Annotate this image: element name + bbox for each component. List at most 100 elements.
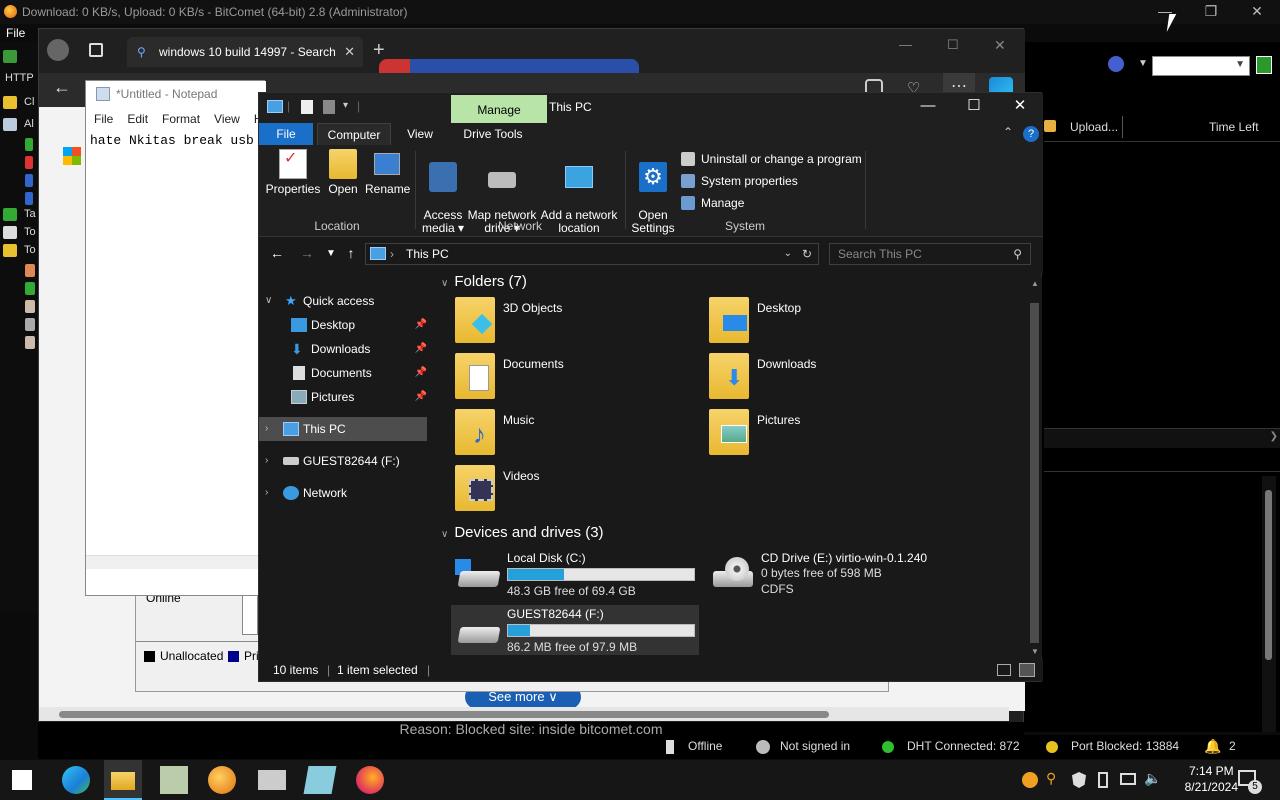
expand-chevron-icon[interactable]: ∨ xyxy=(265,289,272,313)
help-icon[interactable]: ? xyxy=(1023,126,1039,142)
status-signin[interactable]: Not signed in xyxy=(780,739,850,753)
maximize-icon[interactable]: ☐ xyxy=(947,37,959,53)
network-tray-icon[interactable] xyxy=(1120,773,1136,785)
volume-muted-icon[interactable]: 🔈 xyxy=(1144,770,1161,787)
edge-tab-search[interactable]: ⚲ windows 10 build 14997 - Search ✕ xyxy=(127,37,363,67)
search-input[interactable]: Search This PC ⚲ xyxy=(829,243,1031,265)
sidebar-item[interactable]: Cl xyxy=(24,96,34,108)
firefox-taskbar-icon[interactable] xyxy=(356,766,384,794)
security-shield-icon[interactable] xyxy=(1072,772,1086,788)
address-dropdown-icon[interactable]: ⌄ xyxy=(784,244,792,264)
folder-3d-objects[interactable]: 3D Objects xyxy=(455,297,695,345)
restore-icon[interactable]: ❐ xyxy=(1188,0,1234,24)
notepad-hscroll[interactable] xyxy=(86,555,266,569)
close-icon[interactable]: ✕ xyxy=(1234,0,1280,24)
rename-button[interactable]: Rename xyxy=(365,149,410,196)
close-icon[interactable]: ✕ xyxy=(994,37,1006,54)
folder-downloads[interactable]: ⬇ Downloads xyxy=(709,353,949,401)
back-arrow-icon[interactable]: ← xyxy=(267,245,287,261)
group-header-devices[interactable]: ∨ Devices and drives (3) xyxy=(441,524,604,541)
status-port[interactable]: Port Blocked: 13884 xyxy=(1071,739,1179,753)
tag-icon[interactable] xyxy=(3,208,17,221)
maximize-icon[interactable]: ☐ xyxy=(951,93,997,121)
bitcomet-tray-icon[interactable] xyxy=(1022,772,1038,788)
bell-icon[interactable]: 🔔 xyxy=(1204,738,1221,755)
tab-file[interactable]: File xyxy=(259,123,313,145)
sidebar-item[interactable]: Al xyxy=(24,118,34,130)
search-tray-icon[interactable]: ⚲ xyxy=(1046,770,1056,787)
minimize-icon[interactable]: — xyxy=(905,93,951,121)
people-taskbar-icon[interactable] xyxy=(160,766,188,794)
folder-videos[interactable]: Videos xyxy=(455,465,695,513)
close-icon[interactable]: ✕ xyxy=(344,44,355,60)
notepad-menu-format[interactable]: Format xyxy=(154,107,206,129)
content-vertical-scrollbar[interactable]: ▲ ▼ xyxy=(1028,277,1042,657)
status-offline[interactable]: Offline xyxy=(688,739,722,753)
drive-cd-e[interactable]: CD Drive (E:) virtio-win-0.1.240 0 bytes… xyxy=(705,549,953,599)
tree-item-this-pc[interactable]: › This PC xyxy=(259,417,427,441)
notepad-taskbar-icon[interactable] xyxy=(303,766,337,794)
bitcomet-taskbar-icon[interactable] xyxy=(208,766,236,794)
collapse-ribbon-icon[interactable]: ⌃ xyxy=(1003,125,1013,139)
tools-icon[interactable] xyxy=(3,226,17,239)
sidebar-item[interactable]: To xyxy=(24,244,36,256)
bitcomet-scrollbar[interactable] xyxy=(1262,476,1276,732)
usb-tray-icon[interactable] xyxy=(1098,772,1108,788)
open-button[interactable]: Open xyxy=(323,149,363,196)
expand-chevron-icon[interactable]: › xyxy=(265,481,268,505)
uninstall-program-button[interactable]: Uninstall or change a program xyxy=(681,149,862,169)
bitcomet-menu-file[interactable]: File xyxy=(0,24,40,42)
add-icon[interactable] xyxy=(3,50,17,63)
system-properties-button[interactable]: System properties xyxy=(681,171,798,191)
go-icon[interactable] xyxy=(1256,56,1272,74)
tree-item-quick-access[interactable]: ∨ ★ Quick access xyxy=(259,289,429,313)
list-icon[interactable] xyxy=(3,118,17,131)
tab-manage[interactable]: Manage xyxy=(451,95,547,123)
folder-documents[interactable]: Documents xyxy=(455,353,695,401)
tab-actions-icon[interactable] xyxy=(89,43,103,57)
column-time-left[interactable]: Time Left xyxy=(1209,120,1259,134)
drive-local-disk-c[interactable]: Local Disk (C:) 48.3 GB free of 69.4 GB xyxy=(451,549,699,599)
address-bar[interactable]: › This PC ⌄ ↻ xyxy=(365,243,819,265)
edge-horizontal-scrollbar[interactable] xyxy=(39,707,1009,721)
chevron-down-icon[interactable]: ▼ xyxy=(1138,58,1148,69)
up-arrow-icon[interactable]: ↑ xyxy=(341,245,361,261)
edge-taskbar-icon[interactable] xyxy=(62,766,90,794)
notepad-menu-view[interactable]: View xyxy=(206,107,246,129)
new-folder-qat-icon[interactable] xyxy=(323,100,335,114)
scroll-down-icon[interactable]: ▼ xyxy=(1031,647,1039,656)
tree-item-documents[interactable]: Documents 📌 xyxy=(259,361,429,385)
expand-chevron-icon[interactable]: › xyxy=(265,417,268,441)
folder-desktop[interactable]: Desktop xyxy=(709,297,949,345)
qat-dropdown-icon[interactable]: ▾ xyxy=(343,100,348,111)
folder-icon[interactable] xyxy=(3,244,17,257)
explorer-taskbar-icon[interactable] xyxy=(104,760,142,800)
profile-avatar-icon[interactable] xyxy=(47,39,69,61)
manage-button[interactable]: Manage xyxy=(681,193,744,213)
sidebar-http[interactable]: HTTP xyxy=(5,72,34,84)
bitcomet-search-box[interactable]: ▼ xyxy=(1152,56,1250,76)
globe-icon[interactable] xyxy=(1108,56,1124,72)
disk-management-taskbar-icon[interactable] xyxy=(258,770,286,790)
notepad-menu-edit[interactable]: Edit xyxy=(119,107,154,129)
tree-item-desktop[interactable]: Desktop 📌 xyxy=(259,313,429,337)
new-tab-button[interactable]: + xyxy=(373,39,385,62)
expand-chevron-icon[interactable]: › xyxy=(265,449,268,473)
scroll-up-icon[interactable]: ▲ xyxy=(1031,279,1039,288)
minimize-icon[interactable]: — xyxy=(899,37,912,52)
forward-arrow-icon[interactable]: → xyxy=(297,245,317,261)
breadcrumb-chevron-icon[interactable]: › xyxy=(390,244,394,264)
taskbar-clock[interactable]: 7:14 PM 8/21/2024 xyxy=(1185,763,1238,795)
tree-item-network[interactable]: › Network xyxy=(259,481,429,505)
large-icons-view-icon[interactable] xyxy=(1019,663,1035,677)
star-icon[interactable] xyxy=(3,96,17,109)
sidebar-item[interactable]: Ta xyxy=(24,208,36,220)
back-icon[interactable]: ← xyxy=(53,77,71,98)
close-icon[interactable]: ✕ xyxy=(997,93,1043,121)
tree-item-pictures[interactable]: Pictures 📌 xyxy=(259,385,429,409)
folder-music[interactable]: ♪ Music xyxy=(455,409,695,457)
recent-locations-icon[interactable]: ▼ xyxy=(321,248,341,259)
notepad-menu-file[interactable]: File xyxy=(86,107,119,129)
status-dht[interactable]: DHT Connected: 872 xyxy=(907,739,1020,753)
drive-guest-f[interactable]: GUEST82644 (F:) 86.2 MB free of 97.9 MB xyxy=(451,605,699,655)
